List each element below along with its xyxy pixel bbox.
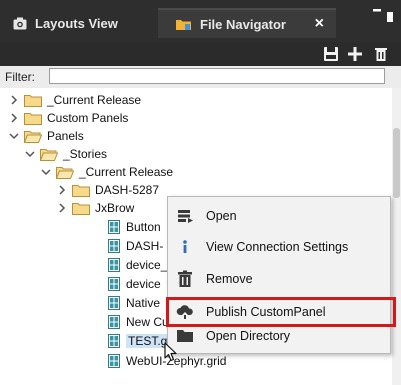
context-menu: Open View Connection Settings Remove Pub… xyxy=(167,196,391,354)
tree-item-label: device_ xyxy=(126,258,168,272)
folder-icon xyxy=(24,94,42,107)
chevron-down-icon[interactable] xyxy=(40,166,52,178)
tree-item-label: _Current Release xyxy=(79,165,174,179)
navigator-toolbar xyxy=(0,42,401,66)
close-icon[interactable]: × xyxy=(315,15,324,33)
tab-layouts-view[interactable]: Layouts View xyxy=(13,8,118,38)
grid-file-icon xyxy=(108,220,120,234)
menu-item-label: Remove xyxy=(206,272,253,286)
tree-item-current-release[interactable]: _Current Release xyxy=(8,91,141,109)
tree-item-dash[interactable]: DASH- xyxy=(108,237,163,255)
highlight-box xyxy=(166,297,396,327)
chevron-right-icon[interactable] xyxy=(56,202,68,214)
folder-open-icon xyxy=(177,330,193,342)
folder-icon xyxy=(24,112,42,125)
menu-item-open[interactable]: Open xyxy=(168,202,390,230)
tab-bar: Layouts View File Navigator × xyxy=(0,0,401,42)
chevron-right-icon[interactable] xyxy=(8,94,20,106)
menu-item-label: Open Directory xyxy=(206,329,291,343)
grid-file-icon xyxy=(108,239,120,253)
tree-item-label: _Current Release xyxy=(47,93,142,107)
grid-file-icon xyxy=(108,296,120,310)
delete-icon[interactable] xyxy=(372,45,390,63)
grid-file-icon xyxy=(108,354,120,368)
filter-input[interactable] xyxy=(49,68,385,84)
chevron-right-icon[interactable] xyxy=(8,112,20,124)
plus-icon[interactable] xyxy=(346,45,364,63)
tree-item-new-cu[interactable]: New Cu xyxy=(108,313,169,331)
tree-item-label: device xyxy=(126,277,161,291)
open-icon xyxy=(178,210,193,223)
tree-item-device-2[interactable]: device xyxy=(108,275,161,293)
filter-row: Filter: xyxy=(0,66,401,89)
menu-item-label: View Connection Settings xyxy=(206,240,349,254)
folder-open-icon xyxy=(24,130,42,143)
tree-item-label: New Cu xyxy=(126,315,169,329)
grid-file-icon xyxy=(108,334,120,348)
tab-layouts-label: Layouts View xyxy=(35,15,118,31)
tree-item-label: Custom Panels xyxy=(47,111,129,125)
grid-file-icon xyxy=(108,258,120,272)
folder-open-icon xyxy=(56,166,74,179)
vertical-scrollbar[interactable] xyxy=(392,88,401,385)
tree-item-label: DASH- xyxy=(126,239,164,253)
window-controls-icon[interactable] xyxy=(365,6,393,24)
filter-label: Filter: xyxy=(5,70,35,84)
scrollbar-thumb[interactable] xyxy=(393,128,400,198)
tree-item-current-release-child[interactable]: _Current Release xyxy=(40,163,173,181)
folder-icon xyxy=(176,19,191,30)
grid-file-icon xyxy=(108,315,120,329)
folder-icon xyxy=(72,184,90,197)
tree-item-label: JxBrow xyxy=(95,201,135,215)
tree-item-label: Button xyxy=(126,220,161,234)
menu-item-remove[interactable]: Remove xyxy=(168,265,390,293)
tree-item-label: Native xyxy=(126,296,161,310)
chevron-down-icon[interactable] xyxy=(8,130,20,142)
menu-item-view-connection-settings[interactable]: View Connection Settings xyxy=(168,233,390,261)
mouse-cursor-icon xyxy=(164,342,177,362)
trash-icon xyxy=(178,270,192,287)
chevron-right-icon[interactable] xyxy=(56,184,68,196)
tree-item-native[interactable]: Native xyxy=(108,294,160,312)
tab-file-navigator[interactable]: File Navigator × xyxy=(158,8,336,38)
folder-icon xyxy=(72,202,90,215)
menu-item-label: Open xyxy=(206,209,237,223)
tree-item-label: Panels xyxy=(47,129,84,143)
tree-item-panels[interactable]: Panels xyxy=(8,127,84,145)
save-icon[interactable] xyxy=(322,45,340,63)
folder-open-icon xyxy=(40,148,58,161)
info-icon xyxy=(183,240,187,253)
camera-icon xyxy=(13,17,27,29)
grid-file-icon xyxy=(108,277,120,291)
chevron-down-icon[interactable] xyxy=(24,148,36,160)
tree-item-label: DASH-5287 xyxy=(95,183,160,197)
tab-file-navigator-label: File Navigator xyxy=(200,16,286,32)
tree-item-dash-5287[interactable]: DASH-5287 xyxy=(56,181,159,199)
tree-item-stories[interactable]: _Stories xyxy=(24,145,107,163)
tree-item-label: _Stories xyxy=(63,147,108,161)
tree-item-custom-panels[interactable]: Custom Panels xyxy=(8,109,128,127)
tree-item-jxbrow[interactable]: JxBrow xyxy=(56,199,134,217)
tree-item-device-1[interactable]: device_ xyxy=(108,256,167,274)
tree-item-button[interactable]: Button xyxy=(108,218,161,236)
